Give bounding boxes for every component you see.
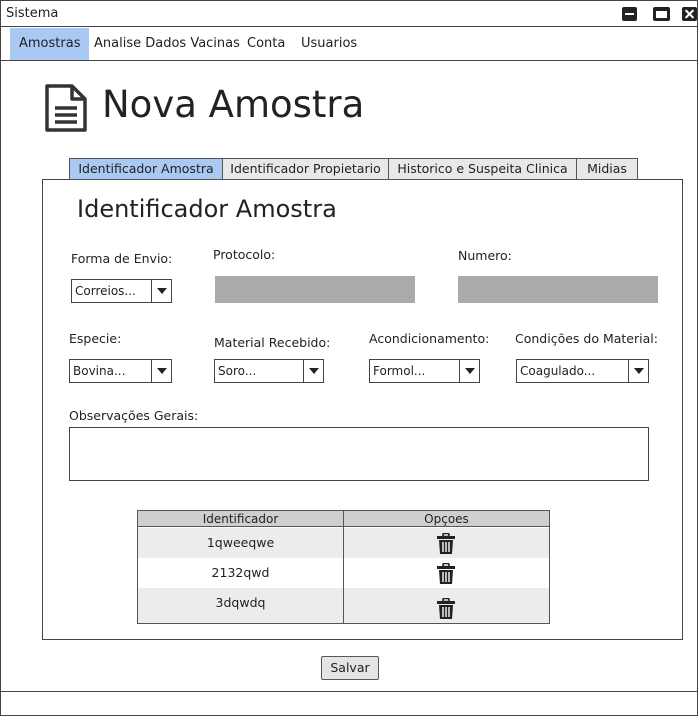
chevron-down-icon[interactable] xyxy=(151,360,171,382)
title-bar: Sistema xyxy=(1,1,697,27)
trash-icon[interactable] xyxy=(436,533,456,555)
application-window: Sistema Amostras Analise Dados Vacinas C… xyxy=(0,0,698,716)
numero-label: Numero: xyxy=(458,248,512,263)
condicoes-material-label: Condições do Material: xyxy=(515,331,658,346)
observacoes-textarea[interactable] xyxy=(69,427,649,481)
status-bar-divider xyxy=(1,691,697,692)
forma-envio-label: Forma de Envio: xyxy=(71,251,173,266)
row-identificador: 3dqwdq xyxy=(215,595,266,610)
row-identificador: 2132qwd xyxy=(211,565,270,580)
window-title: Sistema xyxy=(6,6,59,21)
observacoes-label: Observações Gerais: xyxy=(69,408,199,423)
protocolo-label: Protocolo: xyxy=(213,247,276,262)
condicoes-material-value: Coagulado... xyxy=(520,364,596,378)
acondicionamento-label: Acondicionamento: xyxy=(369,331,490,346)
condicoes-material-select[interactable]: Coagulado... xyxy=(516,359,649,383)
menu-item-amostras[interactable]: Amostras xyxy=(10,28,90,60)
chevron-down-icon[interactable] xyxy=(151,280,171,302)
protocolo-input[interactable] xyxy=(215,276,415,303)
material-recebido-label: Material Recebido: xyxy=(214,335,331,350)
material-recebido-select[interactable]: Soro... xyxy=(214,359,324,383)
forma-envio-value: Correios... xyxy=(75,284,136,298)
menu-item-analise-dados-vacinas[interactable]: Analise Dados Vacinas xyxy=(85,28,249,60)
especie-value: Bovina... xyxy=(73,364,126,378)
trash-icon[interactable] xyxy=(436,563,456,585)
especie-label: Especie: xyxy=(69,331,122,346)
material-recebido-value: Soro... xyxy=(218,364,257,378)
especie-select[interactable]: Bovina... xyxy=(69,359,172,383)
column-header-opcoes: Opçoes xyxy=(424,512,469,526)
maximize-icon[interactable] xyxy=(653,7,670,21)
menu-item-conta[interactable]: Conta xyxy=(238,28,294,60)
document-icon xyxy=(45,84,87,132)
acondicionamento-select[interactable]: Formol... xyxy=(369,359,480,383)
column-divider xyxy=(343,511,344,623)
chevron-down-icon[interactable] xyxy=(628,360,648,382)
minimize-icon[interactable] xyxy=(622,7,637,21)
chevron-down-icon[interactable] xyxy=(303,360,323,382)
menu-bar: Amostras Analise Dados Vacinas Conta Usu… xyxy=(1,28,697,61)
menu-item-usuarios[interactable]: Usuarios xyxy=(292,28,366,60)
row-identificador: 1qweeqwe xyxy=(206,535,275,550)
chevron-down-icon[interactable] xyxy=(459,360,479,382)
section-title: Identificador Amostra xyxy=(77,195,337,223)
acondicionamento-value: Formol... xyxy=(373,364,426,378)
tab-midias[interactable]: Midias xyxy=(576,158,638,180)
forma-envio-select[interactable]: Correios... xyxy=(71,279,172,303)
tab-identificador-propietario[interactable]: Identificador Propietario xyxy=(222,158,389,180)
tab-historico-suspeita-clinica[interactable]: Historico e Suspeita Clinica xyxy=(388,158,577,180)
column-header-identificador: Identificador xyxy=(202,512,279,526)
save-button[interactable]: Salvar xyxy=(321,656,379,680)
page-title: Nova Amostra xyxy=(102,83,365,126)
close-icon[interactable] xyxy=(682,7,697,21)
tab-identificador-amostra[interactable]: Identificador Amostra xyxy=(69,158,223,180)
numero-input[interactable] xyxy=(458,276,658,303)
trash-icon[interactable] xyxy=(436,598,456,620)
identificador-table: Identificador Opçoes 1qweeqwe 2132qwd 3d… xyxy=(137,510,550,624)
